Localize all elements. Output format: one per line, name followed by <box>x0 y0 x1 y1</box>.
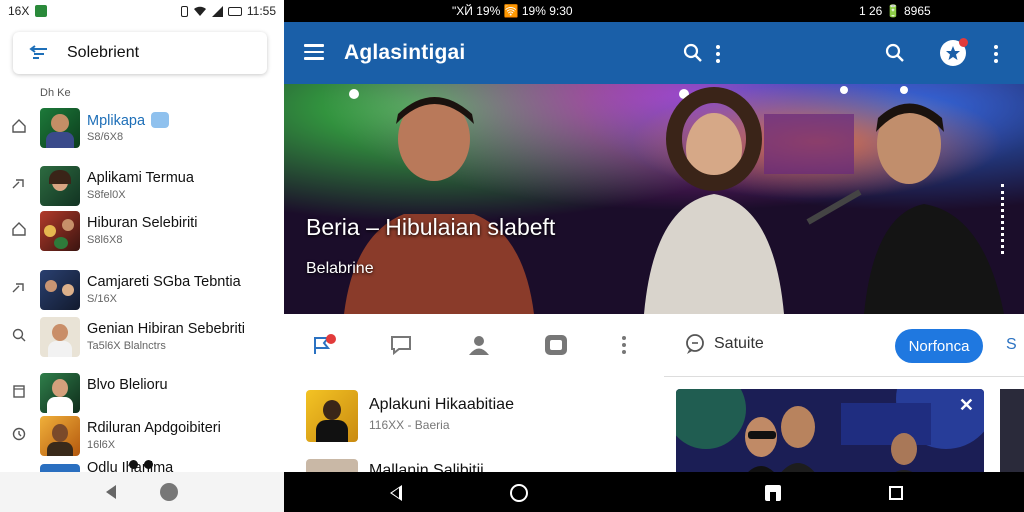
scroll-indicator <box>1001 184 1004 254</box>
search-icon[interactable] <box>884 42 906 64</box>
featured-card[interactable]: ✕ <box>676 389 984 472</box>
more-options-icon[interactable] <box>620 336 628 357</box>
item-title: Hiburan Selebiriti <box>87 215 198 231</box>
search-text: Solebrient <box>67 44 140 61</box>
item-sub: Ta5l6X Blalnctrs <box>87 340 166 352</box>
app-title: Aglasintigai <box>344 41 466 64</box>
back-button[interactable] <box>390 485 402 501</box>
search-bar[interactable]: Solebrient <box>13 32 267 74</box>
list-item[interactable]: Aplikami Termua S8fel0X <box>0 162 284 208</box>
satuite-label: Satuite <box>714 335 764 352</box>
thumbnail <box>40 373 80 413</box>
document-icon <box>13 385 25 398</box>
back-button[interactable] <box>106 485 116 499</box>
home-button[interactable] <box>160 483 178 501</box>
share-icon <box>12 283 24 293</box>
home-button[interactable] <box>510 484 528 502</box>
concert-image <box>284 84 1024 314</box>
divider <box>664 376 1024 377</box>
notification-dot <box>959 38 968 47</box>
gallery-icon[interactable] <box>543 332 569 358</box>
right-panel: Satuite Norfonca S ✕ <box>664 314 1024 472</box>
item-title: Mplikapa <box>87 112 170 129</box>
primary-button[interactable]: Norfonca <box>895 329 983 363</box>
item-sub: 16l6X <box>87 439 116 451</box>
menu-icon[interactable] <box>304 44 324 60</box>
more-options-icon[interactable] <box>992 42 1000 64</box>
more-options-icon[interactable] <box>714 42 722 64</box>
list-item[interactable]: Rdiluran Apdgoibiteri 16l6X <box>0 412 284 458</box>
thumbnail <box>40 166 80 206</box>
left-panel: 16X 11:55 Solebrient Dh Ke Mplikapa S8/6… <box>0 0 284 512</box>
app-notification-icon <box>35 5 48 17</box>
status-left-text: 16X <box>8 4 30 18</box>
thumbnail <box>40 317 80 357</box>
next-card[interactable] <box>1000 389 1024 472</box>
status-bar-right: "ХЙ 19% 🛜 19% 9:30 1 26 🔋 8965 <box>284 0 1024 22</box>
item-title[interactable]: Aplakuni Hikaabitiae <box>369 396 514 414</box>
nav-bar-left <box>0 472 284 512</box>
item-title: Camjareti SGba Tebntia <box>87 274 241 290</box>
list-item[interactable]: Mplikapa S8/6X8 <box>0 104 284 150</box>
list-item[interactable]: Hiburan Selebiriti S8l6X8 <box>0 207 284 253</box>
item-sub: S8l6X8 <box>87 234 123 246</box>
item-sub: S/16X <box>87 293 117 305</box>
satuite-control[interactable]: Satuite <box>684 333 764 355</box>
person-icon[interactable] <box>466 332 492 358</box>
home-icon[interactable] <box>765 485 781 501</box>
item-title: Genian Hibiran Sebebriti <box>87 321 245 337</box>
home-icon <box>12 119 26 133</box>
status-bar-left: 16X 11:55 <box>0 0 284 22</box>
item-sub: S8/6X8 <box>87 131 124 143</box>
hero-banner[interactable]: Beria – Hibulaian slabeft Belabrine <box>284 84 1024 314</box>
list-item[interactable]: Genian Hibiran Sebebriti Ta5l6X Blalnctr… <box>0 313 284 359</box>
content-list: Aplakuni Hikaabitiae 116XX - Baeria Mall… <box>284 376 664 511</box>
thumbnail <box>306 390 358 442</box>
comment-icon[interactable] <box>388 332 414 358</box>
screen: 16X 11:55 Solebrient Dh Ke Mplikapa S8/6… <box>0 0 1024 512</box>
hero-title: Beria – Hibulaian slabeft <box>306 214 556 240</box>
more-link[interactable]: S <box>1006 336 1017 354</box>
item-title: Aplikami Termua <box>87 170 194 186</box>
search-icon <box>12 328 26 342</box>
list-item[interactable]: Camjareti SGba Tebntia S/16X <box>0 266 284 312</box>
badge-icon <box>151 112 170 128</box>
item-sub: S8fel0X <box>87 189 126 201</box>
item-title-text: Mplikapa <box>87 113 146 129</box>
thumbnail <box>40 270 80 310</box>
close-icon[interactable]: ✕ <box>959 395 974 416</box>
notification-dot <box>326 334 336 344</box>
status-segment-a: "ХЙ 19% 🛜 19% 9:30 <box>452 4 573 18</box>
nav-bar-right <box>284 472 1024 512</box>
thumbnail <box>40 464 80 472</box>
filter-icon <box>29 45 47 59</box>
status-time: 11:55 <box>246 4 276 18</box>
action-row <box>284 314 664 376</box>
home-icon <box>12 222 26 236</box>
app-bar: Aglasintigai <box>284 22 1024 84</box>
item-title: Rdiluran Apdgoibiteri <box>87 420 221 436</box>
item-title: Blvo Blelioru <box>87 377 168 393</box>
item-sub: 116XX - Baeria <box>369 418 450 432</box>
vibrate-icon <box>180 5 188 17</box>
wifi-icon <box>193 6 206 16</box>
list-item[interactable]: Blvo Blelioru <box>0 369 284 415</box>
status-segment-b: 1 26 🔋 8965 <box>859 4 931 18</box>
avatar[interactable] <box>940 38 968 66</box>
thumbnail <box>40 108 80 148</box>
clock-icon <box>12 427 26 441</box>
signal-icon <box>211 5 223 17</box>
chat-icon <box>686 334 704 354</box>
section-label: Dh Ke <box>40 87 71 99</box>
hero-subtitle: Belabrine <box>306 260 374 277</box>
search-icon[interactable] <box>682 42 704 64</box>
thumbnail <box>40 211 80 251</box>
celebrity-image <box>676 389 984 472</box>
battery-icon <box>227 6 242 16</box>
page-indicator <box>126 460 156 478</box>
share-icon <box>12 179 24 189</box>
thumbnail <box>40 416 80 456</box>
recents-button[interactable] <box>889 486 903 500</box>
